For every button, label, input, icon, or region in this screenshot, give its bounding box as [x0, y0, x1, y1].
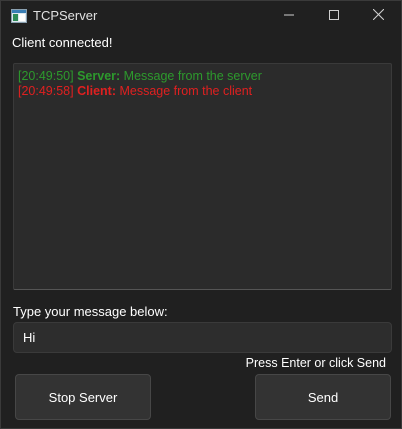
title-bar[interactable]: TCPServer — [1, 1, 401, 31]
minimize-button[interactable] — [266, 1, 311, 31]
close-button[interactable] — [356, 1, 401, 31]
close-icon — [372, 7, 385, 25]
log-line-client: [20:49:58] Client: Message from the clie… — [18, 84, 387, 99]
log-line-server: [20:49:50] Server: Message from the serv… — [18, 69, 387, 84]
send-button[interactable]: Send — [255, 374, 391, 420]
log-time: [20:49:58] — [18, 84, 74, 98]
window-title: TCPServer — [33, 8, 98, 23]
message-log[interactable]: [20:49:50] Server: Message from the serv… — [13, 63, 392, 290]
stop-server-button[interactable]: Stop Server — [15, 374, 151, 420]
maximize-icon — [328, 7, 339, 25]
log-text: Message from the client — [115, 84, 253, 98]
app-window-icon — [11, 9, 27, 23]
log-sender: Client: — [77, 84, 116, 98]
message-prompt-label: Type your message below: — [13, 304, 168, 319]
app-window: TCPServer Client connected! [20:49:50] S… — [0, 0, 402, 429]
log-time: [20:49:50] — [18, 69, 74, 83]
minimize-icon — [283, 7, 294, 25]
log-sender: Server: — [77, 69, 121, 83]
log-text: Message from the server — [120, 69, 262, 83]
connection-status: Client connected! — [12, 35, 113, 50]
send-hint: Press Enter or click Send — [245, 356, 386, 370]
message-input[interactable] — [13, 322, 392, 353]
maximize-button[interactable] — [311, 1, 356, 31]
